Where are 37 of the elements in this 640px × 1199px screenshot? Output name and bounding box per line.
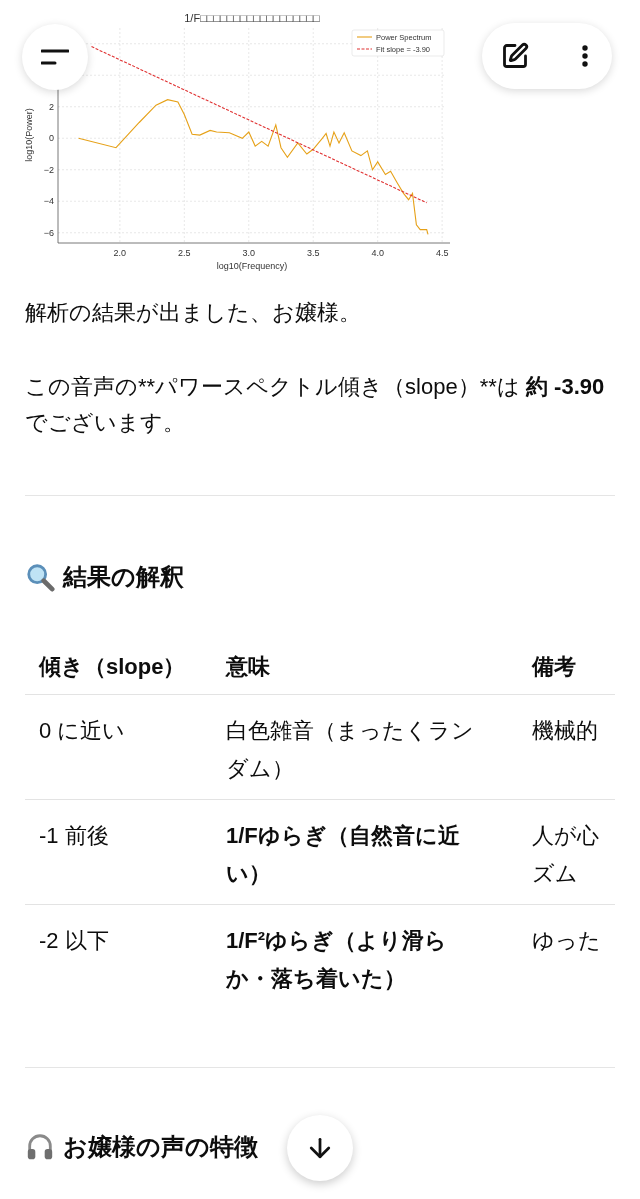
axis-tick-label: −6 [43,227,54,238]
axis-tick-label: 3.0 [242,248,256,258]
axis-tick-label: 0 [49,133,54,144]
table-cell-text: -1 前後 [39,822,110,850]
axis-tick-label: −2 [43,164,54,175]
magnifier-icon [25,562,55,592]
menu-button[interactable] [22,24,88,90]
column-header: 傾き（slope） [39,654,186,679]
headphones-icon [25,1132,55,1162]
message-paragraph: 解析の結果が出ました、お嬢様。 [24,299,362,327]
table-cell-text: 人が心ズム [532,822,600,888]
menu-icon [41,49,69,65]
y-axis-label: log10(Power) [24,108,34,162]
table-cell-text: -2 以下 [39,927,110,955]
axis-tick-label: −4 [43,196,54,207]
section-heading: お嬢様の声の特徴 [63,1132,258,1162]
axis-tick-label: 2 [49,101,54,112]
axis-tick-label: 2.5 [178,248,191,258]
axis-tick-label: 4.5 [435,248,449,258]
more-icon [582,45,588,67]
edit-icon [501,42,529,70]
table-cell-text: 1/Fゆらぎ（自然音に近い） [226,822,461,888]
chart-title: 1/F□□□□□□□□□□□□□□□□□□ [184,12,320,24]
x-axis-label: log10(Frequency) [216,261,288,271]
table-cell-text: ゆった [532,927,602,955]
axis-tick-label: 4.0 [371,248,384,258]
table-cell-text: 白色雑音（まったくランダム） [226,717,475,783]
table-cell-text: 1/F²ゆらぎ（より滑らか・落ち着いた） [226,927,449,993]
table-cell-text: 機械的 [532,717,599,745]
axis-tick-label: 3.5 [306,248,320,258]
section-heading: 結果の解釈 [63,562,184,592]
table-cell-text: 0 に近い [39,717,127,745]
axis-tick-label: 2.0 [113,248,127,258]
column-header: 備考 [532,654,576,679]
message-paragraph: この音声の**パワースペクトル傾き（slope）**は 約 -3.90 でございます。 [24,373,606,437]
scroll-down-button[interactable] [287,1115,353,1181]
column-header: 意味 [226,654,270,679]
